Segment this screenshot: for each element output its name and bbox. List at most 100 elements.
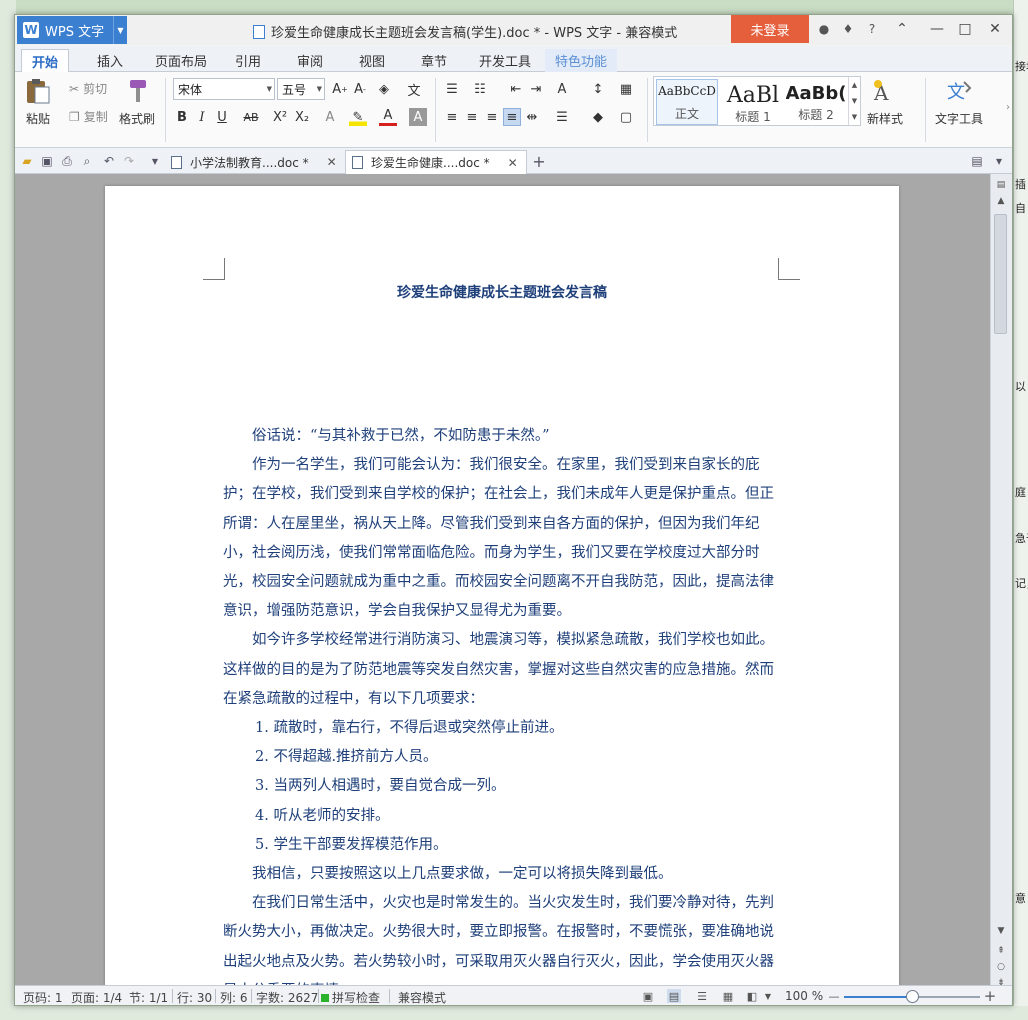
- strikethrough-icon[interactable]: AB: [239, 108, 263, 126]
- align-right-icon[interactable]: ≡: [483, 108, 501, 126]
- reading-view-icon[interactable]: ▦: [721, 989, 735, 1003]
- new-style-button[interactable]: A 新样式: [867, 76, 903, 127]
- decrease-indent-icon[interactable]: ⇤: [507, 80, 525, 98]
- save-icon[interactable]: ▣: [39, 153, 55, 169]
- maximize-button[interactable]: □: [953, 19, 977, 39]
- full-screen-icon[interactable]: ▣: [641, 989, 655, 1003]
- tab-review[interactable]: 审阅: [287, 49, 333, 72]
- sort-icon[interactable]: ↕: [589, 80, 607, 98]
- document-area[interactable]: 珍爱生命健康成长主题班会发言稿 俗话说：“与其补救于已然，不如防患于未然。” 作…: [15, 174, 990, 985]
- chevron-down-icon[interactable]: ▼: [147, 153, 163, 169]
- scrollbar-thumb[interactable]: [994, 214, 1007, 334]
- open-folder-icon[interactable]: ▰: [19, 153, 35, 169]
- style-heading-2[interactable]: AaBb( 标题 2: [786, 79, 846, 125]
- app-menu-button[interactable]: W WPS 文字 ▼: [17, 16, 127, 44]
- collapse-ribbon-icon[interactable]: ⌃: [890, 19, 914, 39]
- bullet-list-icon[interactable]: ☰: [443, 80, 461, 98]
- print-icon[interactable]: ⎙: [59, 153, 75, 169]
- highlight-icon[interactable]: ✎: [349, 108, 367, 126]
- char-scale-icon[interactable]: A: [553, 80, 571, 98]
- previous-page-icon[interactable]: ⇞: [994, 944, 1008, 958]
- font-color-icon[interactable]: A: [379, 108, 397, 126]
- zoom-out-icon[interactable]: —: [827, 989, 841, 1003]
- zoom-slider[interactable]: [844, 990, 980, 1003]
- close-icon[interactable]: ✕: [508, 156, 518, 170]
- align-center-icon[interactable]: ≡: [463, 108, 481, 126]
- tab-special-features[interactable]: 特色功能: [545, 49, 618, 72]
- chevron-down-icon[interactable]: ▼: [994, 924, 1008, 938]
- copy-button[interactable]: ❐ 复制: [69, 108, 108, 125]
- cut-button[interactable]: ✂ 剪切: [69, 80, 107, 97]
- close-icon[interactable]: ✕: [327, 155, 337, 169]
- table-icon[interactable]: ▦: [617, 80, 635, 98]
- zoom-in-icon[interactable]: +: [983, 987, 997, 1005]
- select-browse-object-icon[interactable]: ○: [994, 960, 1008, 974]
- outline-view-icon[interactable]: ☰: [695, 989, 709, 1003]
- numbered-list-icon[interactable]: ☷: [471, 80, 489, 98]
- tab-developer[interactable]: 开发工具: [469, 49, 541, 72]
- tab-view[interactable]: 视图: [349, 49, 395, 72]
- tab-home[interactable]: 开始: [21, 49, 70, 72]
- borders-icon[interactable]: ▢: [617, 108, 635, 126]
- shirt-icon[interactable]: ♦: [839, 21, 857, 37]
- italic-icon[interactable]: I: [193, 108, 211, 126]
- new-tab-icon[interactable]: +: [531, 152, 547, 171]
- tab-chapter[interactable]: 章节: [411, 49, 457, 72]
- help-icon[interactable]: ?: [863, 21, 881, 37]
- subscript-icon[interactable]: X₂: [293, 108, 311, 126]
- font-size-select[interactable]: 五号 ▼: [277, 78, 325, 100]
- print-preview-icon[interactable]: ⌕: [79, 153, 95, 169]
- shrink-font-icon[interactable]: A-: [351, 80, 369, 98]
- redo-icon[interactable]: ↷: [121, 153, 137, 169]
- align-left-icon[interactable]: ≡: [443, 108, 461, 126]
- line-spacing-icon[interactable]: ☰: [553, 108, 571, 126]
- paste-button[interactable]: 粘贴: [23, 76, 53, 127]
- document-page[interactable]: 珍爱生命健康成长主题班会发言稿 俗话说：“与其补救于已然，不如防患于未然。” 作…: [105, 186, 899, 985]
- phonetic-guide-icon[interactable]: 文: [401, 80, 427, 99]
- doc-tab-active[interactable]: 珍爱生命健康....doc * ✕: [345, 150, 527, 174]
- chevron-down-icon[interactable]: ▼: [761, 989, 775, 1003]
- tab-list-icon[interactable]: ▤: [969, 153, 985, 169]
- tab-insert[interactable]: 插入: [87, 49, 133, 72]
- status-word-count[interactable]: 字数: 2627: [256, 989, 318, 1005]
- chevron-right-icon[interactable]: ›: [999, 98, 1012, 116]
- superscript-icon[interactable]: X²: [271, 108, 289, 126]
- bold-icon[interactable]: B: [173, 108, 191, 126]
- zoom-level[interactable]: 100 %: [785, 989, 823, 1003]
- increase-indent-icon[interactable]: ⇥: [527, 80, 545, 98]
- page-view-icon[interactable]: ▤: [667, 989, 681, 1003]
- web-view-icon[interactable]: ◧: [745, 989, 759, 1003]
- undo-icon[interactable]: ↶: [101, 153, 117, 169]
- doc-tab[interactable]: 小学法制教育....doc * ✕: [165, 150, 341, 174]
- login-button[interactable]: 未登录: [731, 15, 809, 43]
- zoom-slider-handle[interactable]: [906, 990, 919, 1003]
- style-heading-1[interactable]: AaBl 标题 1: [722, 79, 784, 125]
- justify-icon[interactable]: ≡: [503, 108, 521, 126]
- tab-page-layout[interactable]: 页面布局: [145, 49, 217, 72]
- font-name-select[interactable]: 宋体 ▼: [173, 78, 275, 100]
- text-effect-icon[interactable]: A: [321, 108, 339, 126]
- more-icon[interactable]: ▼: [852, 113, 857, 121]
- chevron-down-icon[interactable]: ▼: [852, 97, 857, 105]
- clear-format-icon[interactable]: ◈: [375, 80, 393, 98]
- gallery-scroll[interactable]: ▲ ▼ ▼: [848, 77, 860, 125]
- chevron-down-icon[interactable]: ▼: [113, 16, 127, 44]
- chevron-up-icon[interactable]: ▲: [852, 81, 857, 89]
- close-button[interactable]: ✕: [983, 19, 1007, 39]
- spell-check-toggle[interactable]: 拼写检查: [321, 989, 380, 1005]
- style-normal[interactable]: AaBbCcD 正文: [656, 79, 718, 125]
- tab-references[interactable]: 引用: [225, 49, 271, 72]
- grow-font-icon[interactable]: A +: [331, 80, 349, 98]
- underline-icon[interactable]: U: [213, 108, 231, 126]
- vertical-scrollbar[interactable]: ▤ ▲ ▼ ⇞ ○ ⇟: [990, 174, 1012, 988]
- format-painter-button[interactable]: 格式刷: [119, 76, 155, 127]
- document-body[interactable]: 俗话说：“与其补救于已然，不如防患于未然。” 作为一名学生，我们可能会认为：我们…: [223, 422, 778, 985]
- chevron-up-icon[interactable]: ▲: [994, 194, 1008, 208]
- distribute-icon[interactable]: ⇹: [523, 108, 541, 126]
- ruler-toggle-icon[interactable]: ▤: [994, 178, 1008, 192]
- shading-icon[interactable]: ◆: [589, 108, 607, 126]
- skin-icon[interactable]: ●: [815, 21, 833, 37]
- char-shading-icon[interactable]: A: [409, 108, 427, 126]
- minimize-button[interactable]: —: [925, 19, 949, 39]
- text-tools-button[interactable]: 文 文字工具: [935, 76, 983, 127]
